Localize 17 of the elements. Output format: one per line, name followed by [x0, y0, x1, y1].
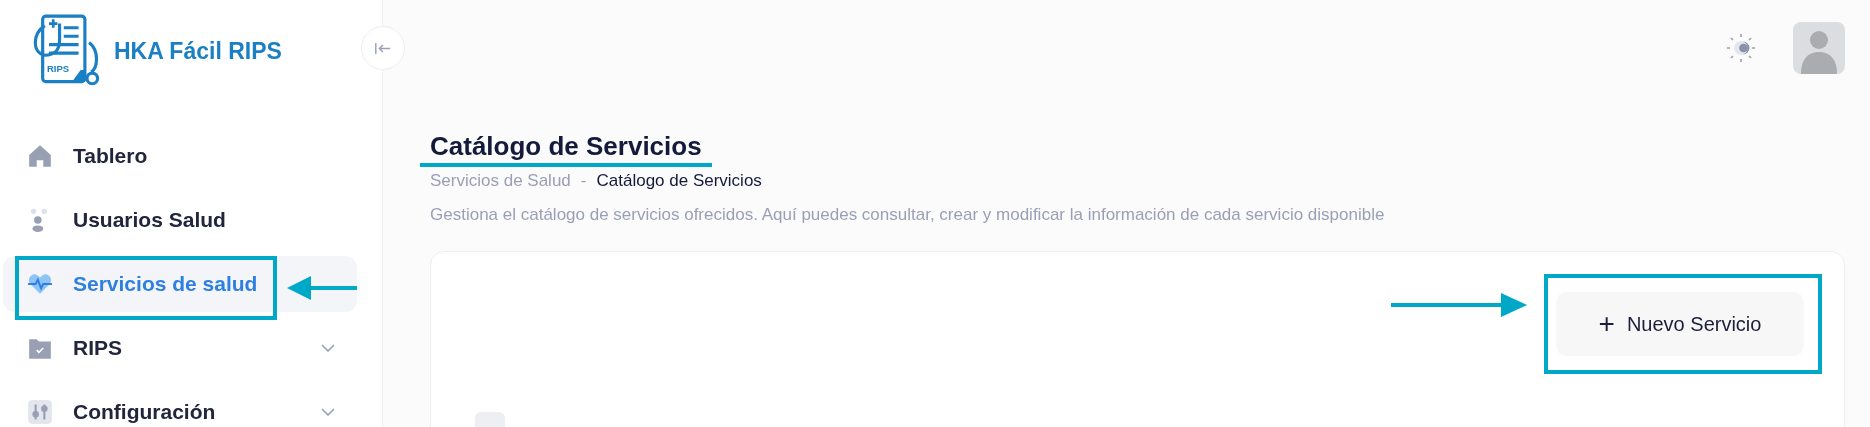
collapse-sidebar-button[interactable] — [361, 26, 405, 70]
app-name: HKA Fácil RIPS — [114, 37, 282, 65]
page-description: Gestiona el catálogo de servicios ofrecidos. Aquí puedes consultar, crear y modificar la información de cada servicio disponible — [430, 205, 1386, 225]
collapse-icon — [374, 41, 392, 55]
nav-item[interactable]: Tablero — [3, 128, 357, 184]
page-title: Catálogo de Servicios — [420, 130, 712, 167]
nav-item[interactable]: Servicios de salud — [3, 256, 357, 312]
pointer-arrow — [287, 275, 357, 301]
nav-item[interactable]: Configuración — [3, 384, 357, 427]
avatar[interactable] — [1793, 21, 1845, 74]
nav-item[interactable]: RIPS — [3, 320, 357, 376]
breadcrumb-separator: - — [580, 171, 587, 191]
nav-item[interactable]: Usuarios Salud — [3, 192, 357, 248]
home-icon — [27, 143, 53, 169]
new-service-button[interactable]: + Nuevo Servicio — [1556, 292, 1804, 356]
breadcrumb-item: Catálogo de Servicios — [596, 171, 762, 191]
theme-toggle-icon[interactable] — [1726, 32, 1756, 63]
